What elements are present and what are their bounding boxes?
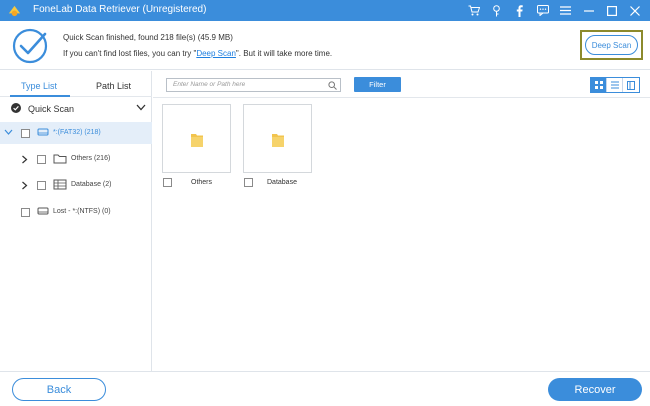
window-title: FoneLab Data Retriever (Unregistered) [33,4,207,15]
chevron-right-icon[interactable] [21,155,28,164]
tree-checkbox[interactable] [21,208,30,217]
tab-path-list[interactable]: Path List [96,81,131,91]
filter-button[interactable]: Filter [354,77,401,92]
facebook-icon[interactable] [508,0,531,21]
file-label: Database [267,179,297,186]
scan-result-text: Quick Scan finished, found 218 file(s) (… [63,33,233,42]
maximize-icon[interactable] [600,0,623,21]
file-checkbox[interactable] [244,178,253,187]
sidebar: Type List Path List Quick Scan *:(FAT32)… [0,71,152,371]
sidebar-tabs: Type List Path List [0,71,152,97]
tab-type-list[interactable]: Type List [21,81,57,91]
title-bar: FoneLab Data Retriever (Unregistered) [0,0,650,21]
search-placeholder: Enter Name or Path here [173,81,246,88]
tree-checkbox[interactable] [37,181,46,190]
file-checkbox[interactable] [163,178,172,187]
tree-item-label: Lost - *:(NTFS) (0) [53,208,111,215]
minimize-icon[interactable] [577,0,600,21]
scan-status-area: Quick Scan finished, found 218 file(s) (… [0,21,650,70]
detail-view-icon[interactable] [623,78,639,92]
key-icon[interactable] [485,0,508,21]
tree-item-lost-ntfs[interactable]: Lost - *:(NTFS) (0) [0,201,152,223]
tree-item-label: Others (216) [71,155,111,162]
quick-scan-header[interactable]: Quick Scan [0,99,152,117]
deep-scan-hint-suffix: ". But it will take more time. [235,49,333,58]
tree-item-label: *:(FAT32) (218) [53,129,101,136]
quick-scan-label: Quick Scan [28,104,75,114]
folder-icon [191,134,203,147]
chat-icon[interactable] [531,0,554,21]
drive-icon [37,207,49,215]
file-tile-others[interactable] [162,104,231,173]
chevron-down-icon[interactable] [4,129,13,136]
tree-item-fat32[interactable]: *:(FAT32) (218) [0,122,152,144]
menu-icon[interactable] [554,0,577,21]
drive-icon [37,128,49,136]
view-mode-switch [590,77,640,93]
search-icon[interactable] [328,81,337,90]
database-icon [53,179,67,190]
deep-scan-hint: If you can't find lost files, you can tr… [63,49,332,58]
recover-button[interactable]: Recover [548,378,642,401]
app-logo-icon [8,5,21,17]
back-button[interactable]: Back [12,378,106,401]
tree-item-others[interactable]: Others (216) [0,148,152,170]
search-input[interactable]: Enter Name or Path here [166,78,341,92]
tree-checkbox[interactable] [21,129,30,138]
deep-scan-link[interactable]: Deep Scan [196,49,236,58]
grid-view-icon[interactable] [591,78,607,92]
tree-item-database[interactable]: Database (2) [0,174,152,196]
deep-scan-highlight: Deep Scan [580,30,643,60]
cart-icon[interactable] [462,0,485,21]
checkmark-icon [11,103,21,113]
chevron-right-icon[interactable] [21,181,28,190]
scan-complete-check-icon [12,28,48,64]
close-icon[interactable] [623,0,646,21]
file-tile-database[interactable] [243,104,312,173]
tree-item-label: Database (2) [71,181,112,188]
tree-checkbox[interactable] [37,155,46,164]
file-label: Others [191,179,213,186]
list-view-icon[interactable] [607,78,623,92]
toolbar-divider [153,97,650,98]
active-tab-indicator [10,95,70,97]
folder-icon [53,154,67,164]
chevron-down-icon[interactable] [136,104,146,111]
deep-scan-button[interactable]: Deep Scan [585,35,638,55]
deep-scan-hint-prefix: If you can't find lost files, you can tr… [63,49,197,58]
folder-icon [272,134,284,147]
